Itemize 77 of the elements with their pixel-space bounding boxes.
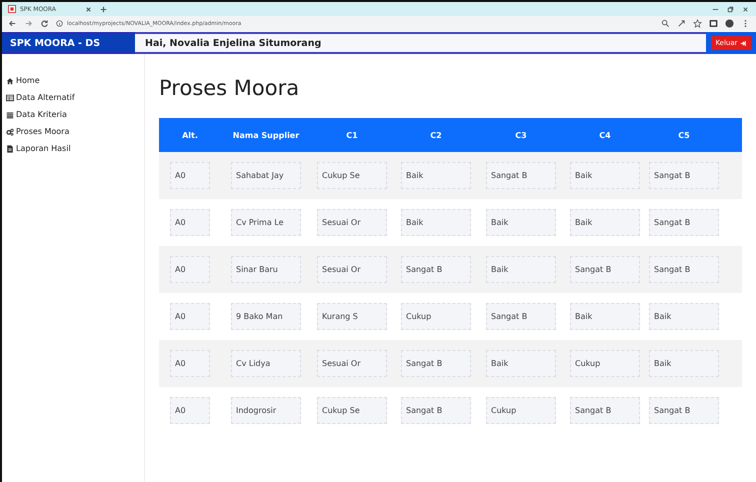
value-field[interactable]: Baik: [401, 162, 471, 189]
value-field[interactable]: A0: [170, 303, 210, 330]
value-field[interactable]: Cukup: [401, 303, 471, 330]
value-field[interactable]: Sangat B: [649, 397, 719, 424]
value-field[interactable]: Cv Prima Le: [231, 209, 301, 236]
value-field[interactable]: Baik: [486, 256, 556, 283]
column-header: C3: [515, 130, 527, 140]
list-icon: [6, 110, 14, 118]
value-field[interactable]: Sesuai Or: [317, 209, 387, 236]
home-icon: [6, 76, 14, 84]
column-header: Alt.: [182, 130, 198, 140]
value-field[interactable]: Baik: [486, 209, 556, 236]
table-icon: [6, 94, 14, 102]
value-field[interactable]: Sangat B: [401, 397, 471, 424]
value-field[interactable]: Baik: [570, 303, 640, 330]
page-icon: [8, 5, 16, 13]
value-field[interactable]: Indogrosir: [231, 397, 301, 424]
value-field[interactable]: Sinar Baru: [231, 256, 301, 283]
value-field[interactable]: Baik: [570, 162, 640, 189]
value-field[interactable]: Sangat B: [649, 256, 719, 283]
value-field[interactable]: Sangat B: [570, 256, 640, 283]
page-title: Proses Moora: [159, 76, 300, 100]
sidebar-item[interactable]: Laporan Hasil: [6, 144, 144, 153]
value-field[interactable]: A0: [170, 162, 210, 189]
brand[interactable]: SPK MOORA - DS: [2, 32, 135, 54]
value-field[interactable]: A0: [170, 209, 210, 236]
sidebar-item[interactable]: Home: [6, 76, 144, 85]
sidebar-item[interactable]: Data Kriteria: [6, 110, 144, 119]
column-header: C2: [430, 130, 442, 140]
logout-icon: [740, 40, 747, 46]
value-field[interactable]: Sangat B: [401, 256, 471, 283]
sidebar-item[interactable]: Proses Moora: [6, 127, 144, 136]
value-field[interactable]: Sangat B: [649, 209, 719, 236]
column-header: C4: [599, 130, 611, 140]
plus-icon[interactable]: [99, 4, 108, 14]
value-field[interactable]: 9 Bako Man: [231, 303, 301, 330]
value-field[interactable]: Baik: [649, 303, 719, 330]
value-field[interactable]: Cv Lidya: [231, 350, 301, 377]
value-field[interactable]: Cukup Se: [317, 397, 387, 424]
value-field[interactable]: A0: [170, 350, 210, 377]
close-icon[interactable]: [84, 4, 93, 14]
value-field[interactable]: Sangat B: [486, 162, 556, 189]
value-field[interactable]: Sesuai Or: [317, 350, 387, 377]
close-icon[interactable]: [741, 4, 750, 14]
column-header: C5: [678, 130, 690, 140]
sidebar-item[interactable]: Data Alternatif: [6, 93, 144, 102]
value-field[interactable]: Sangat B: [486, 303, 556, 330]
value-field[interactable]: Sesuai Or: [317, 256, 387, 283]
gears-icon: [6, 128, 14, 136]
share-icon[interactable]: [677, 19, 686, 28]
column-header: C1: [346, 130, 358, 140]
back-icon[interactable]: [8, 19, 17, 28]
star-icon[interactable]: [693, 19, 702, 28]
restore-icon[interactable]: [726, 4, 735, 14]
value-field[interactable]: Sangat B: [401, 350, 471, 377]
value-field[interactable]: Cukup: [486, 397, 556, 424]
greeting-field: Hai, Novalia Enjelina Situmorang: [135, 32, 706, 54]
value-field[interactable]: A0: [170, 397, 210, 424]
value-field[interactable]: Kurang S: [317, 303, 387, 330]
value-field[interactable]: Cukup Se: [317, 162, 387, 189]
column-header: Nama Supplier: [232, 130, 300, 140]
info-icon: [56, 20, 63, 27]
value-field[interactable]: Sangat B: [649, 162, 719, 189]
reload-icon[interactable]: [40, 19, 49, 28]
document-icon: [6, 144, 14, 152]
value-field[interactable]: Baik: [401, 209, 471, 236]
value-field[interactable]: Baik: [486, 350, 556, 377]
search-icon[interactable]: [661, 19, 670, 28]
value-field[interactable]: Cukup: [570, 350, 640, 377]
value-field[interactable]: Sahabat Jay: [231, 162, 301, 189]
forward-icon[interactable]: [24, 19, 33, 28]
value-field[interactable]: A0: [170, 256, 210, 283]
sidebar-icon[interactable]: [709, 19, 718, 28]
value-field[interactable]: Baik: [570, 209, 640, 236]
value-field[interactable]: Baik: [649, 350, 719, 377]
avatar-icon[interactable]: [725, 19, 734, 28]
value-field[interactable]: Sangat B: [570, 397, 640, 424]
